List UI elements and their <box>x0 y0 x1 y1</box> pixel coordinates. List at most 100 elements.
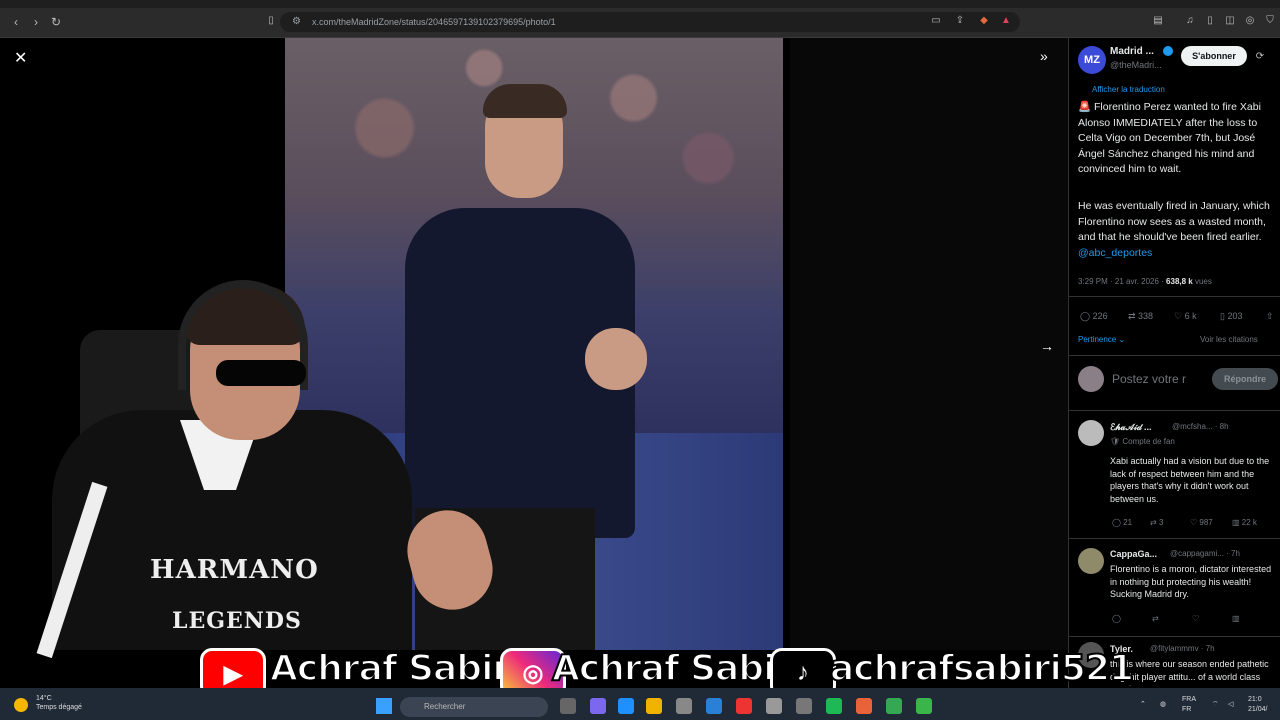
volume-icon[interactable]: ◁ <box>1228 700 1233 710</box>
quotes-link[interactable]: Voir les citations <box>1200 335 1258 344</box>
comment-views-stat[interactable]: ▥ 22 k <box>1232 518 1257 527</box>
reading-icon[interactable]: ▯ <box>1204 15 1216 27</box>
verified-icon <box>1163 46 1173 56</box>
like-stat[interactable]: ♡ 6 k <box>1174 311 1197 322</box>
share-icon[interactable]: ⇪ <box>954 15 966 27</box>
settings-icon[interactable] <box>796 698 812 714</box>
back-button[interactable]: ‹ <box>8 14 24 30</box>
lang-line1: FRA <box>1182 696 1196 703</box>
tab-strip <box>0 0 1280 8</box>
address-bar[interactable]: x.com/theMadridZone/status/2046597139102… <box>280 12 1020 32</box>
bookmark-icon[interactable]: ▯ <box>265 15 277 27</box>
wifi-icon[interactable]: ⌔ <box>1212 700 1219 710</box>
taskbar <box>0 688 1280 720</box>
brave-shield-icon[interactable]: ◆ <box>978 15 990 27</box>
mention-link[interactable]: @abc_deportes <box>1078 247 1152 259</box>
sunglasses <box>216 360 306 386</box>
weather-desc: Temps dégagé <box>36 704 82 711</box>
weather-icon[interactable] <box>14 698 28 712</box>
play-icon: ▶ <box>223 661 243 688</box>
edge-icon[interactable] <box>618 698 634 714</box>
brave-icon[interactable] <box>856 698 872 714</box>
next-photo-icon[interactable]: → <box>1040 338 1054 354</box>
media-icon[interactable]: ♫ <box>1184 15 1196 27</box>
taskbar-search[interactable]: Rechercher <box>400 697 548 717</box>
app-icon[interactable] <box>590 698 606 714</box>
weather-widget[interactable]: 14°C Temps dégagé <box>36 694 82 712</box>
comment-handle[interactable]: @cappagami... · 7h <box>1170 549 1240 558</box>
comment-handle[interactable]: @fitylammmv · 7h <box>1150 644 1215 653</box>
comment-like-stat[interactable]: ♡ 987 <box>1190 518 1213 527</box>
close-icon[interactable]: ✕ <box>14 48 27 68</box>
more-icon[interactable]: ⟳ <box>1254 51 1266 63</box>
comment-reply-icon[interactable]: ◯ <box>1112 614 1121 623</box>
bookmark-stat[interactable]: ▯ 203 <box>1220 311 1242 322</box>
retweet-count: 338 <box>1138 311 1154 321</box>
tweet-views-label: vues <box>1192 277 1212 286</box>
file-explorer-icon[interactable] <box>646 698 662 714</box>
retweet-icon: ⇄ <box>1128 311 1139 321</box>
extensions-icon[interactable]: ◫ <box>1224 15 1236 27</box>
tweet-meta: 3:29 PM · 21 avr. 2026 · 638,8 k vues <box>1078 277 1212 286</box>
comment-reply-count: 21 <box>1123 518 1133 527</box>
network-icon[interactable]: ◍ <box>1160 700 1166 710</box>
note-icon: ♪ <box>797 659 809 686</box>
lang-line2: FR <box>1182 706 1192 713</box>
heart-icon: ♡ <box>1174 311 1185 321</box>
comment-author[interactable]: CappaGa... <box>1110 549 1157 559</box>
sidebar-icon[interactable]: ▤ <box>1152 15 1164 27</box>
app-icon[interactable] <box>676 698 692 714</box>
comment-handle[interactable]: @mcfsha... · 8h <box>1172 422 1229 431</box>
comment-retweet-stat[interactable]: ⇄ 3 <box>1150 518 1163 527</box>
comment-text: this is where our season ended pathetic … <box>1110 659 1269 686</box>
windows-start-icon[interactable] <box>376 698 392 714</box>
comment-heart-icon[interactable]: ♡ <box>1192 614 1199 623</box>
account-handle[interactable]: @theMadri... <box>1110 60 1162 70</box>
retweet-stat[interactable]: ⇄ 338 <box>1128 311 1153 322</box>
tweet-time[interactable]: 3:29 PM · 21 avr. 2026 · <box>1078 277 1166 286</box>
youtube-channel-name: Achraf Sabiri <box>269 647 522 690</box>
tweet-text-2: He was eventually fired in January, whic… <box>1078 199 1276 261</box>
divider <box>1068 410 1280 411</box>
menu-icon[interactable]: ⛉ <box>1264 15 1276 27</box>
reply-stat[interactable]: ◯ 226 <box>1080 311 1108 322</box>
account-avatar[interactable]: MZ <box>1078 46 1106 74</box>
user-avatar <box>1078 366 1104 392</box>
comment-views-icon[interactable]: ▥ <box>1232 614 1240 623</box>
share-icon[interactable]: ⇧ <box>1266 311 1274 322</box>
account-name[interactable]: Madrid ... <box>1110 46 1154 57</box>
bookmark-count: 203 <box>1227 311 1243 321</box>
language-indicator[interactable]: FRA FR <box>1182 695 1196 715</box>
site-settings-icon[interactable]: ⚙ <box>292 16 301 27</box>
subscribe-button[interactable]: S'abonner <box>1181 46 1247 66</box>
reply-button[interactable]: Répondre <box>1212 368 1278 390</box>
tweet-text-2-body: He was eventually fired in January, whic… <box>1078 200 1270 243</box>
comment-reply-stat[interactable]: ◯ 21 <box>1112 518 1132 527</box>
forward-button[interactable]: › <box>28 14 44 30</box>
reply-input[interactable]: Postez votre r <box>1112 372 1186 386</box>
divider <box>1068 636 1280 637</box>
media-player-icon[interactable] <box>826 698 842 714</box>
reload-button[interactable]: ↻ <box>48 14 64 30</box>
app-icon[interactable] <box>916 698 932 714</box>
rewards-icon[interactable]: ▲ <box>1000 15 1012 27</box>
comment-avatar[interactable] <box>1078 548 1104 574</box>
app-icon[interactable] <box>766 698 782 714</box>
chrome-icon[interactable] <box>886 698 902 714</box>
sort-dropdown[interactable]: Pertinence ⌄ <box>1078 335 1125 344</box>
tray-arrow-icon[interactable]: ⌃ <box>1140 700 1146 710</box>
opera-icon[interactable] <box>736 698 752 714</box>
wallet-icon[interactable]: ◎ <box>1244 15 1256 27</box>
comment-author[interactable]: ℰ𝒽𝒶𝒜𝒾𝒹 ... <box>1110 422 1152 433</box>
task-view-icon[interactable] <box>560 698 576 714</box>
clock-date: 21/04/ <box>1248 706 1268 713</box>
translate-link[interactable]: Afficher la traduction <box>1092 85 1165 94</box>
comment-avatar[interactable] <box>1078 420 1104 446</box>
comment-views-count: 22 k <box>1241 518 1257 527</box>
expand-panel-icon[interactable]: » <box>1040 48 1048 64</box>
comment-retweet-icon[interactable]: ⇄ <box>1152 614 1159 623</box>
comment-retweet-count: 3 <box>1158 518 1164 527</box>
install-app-icon[interactable]: ▭ <box>930 15 942 27</box>
clock[interactable]: 21:0 21/04/ <box>1248 695 1267 715</box>
store-icon[interactable] <box>706 698 722 714</box>
